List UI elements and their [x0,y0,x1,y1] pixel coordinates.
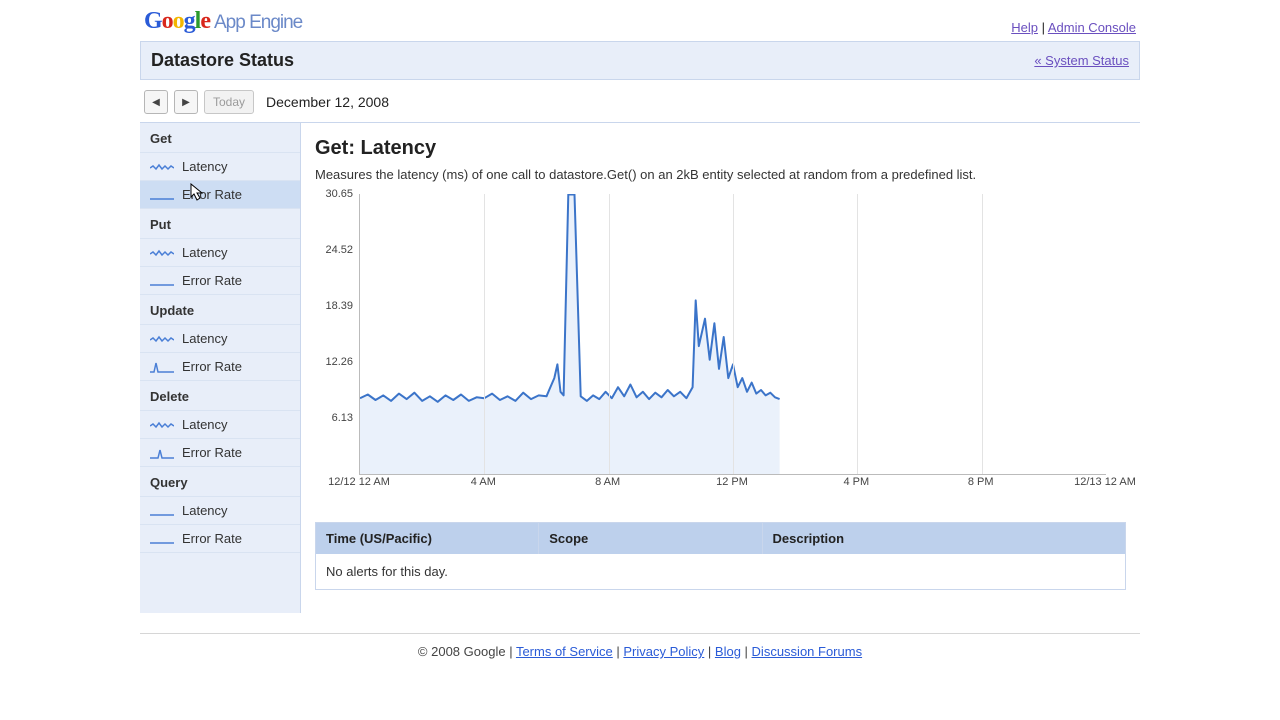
admin-console-link[interactable]: Admin Console [1048,20,1136,35]
sidebar-header-put: Put [140,209,300,239]
x-tick-label: 12/13 12 AM [1074,476,1136,488]
x-tick-label: 8 AM [595,476,620,488]
privacy-link[interactable]: Privacy Policy [623,644,704,659]
chart-description: Measures the latency (ms) of one call to… [315,166,1126,184]
sparkline-icon [150,505,174,517]
sidebar-item-label: Error Rate [182,531,242,546]
y-tick-label: 18.39 [325,300,353,312]
latency-chart: 6.1312.2618.3924.5230.65 12/12 12 AM4 AM… [315,194,1106,494]
sidebar-item-query-latency[interactable]: Latency [140,497,300,525]
sidebar-item-label: Latency [182,417,228,432]
col-description: Description [763,523,1126,554]
sparkline-icon [150,419,174,431]
page-title: Datastore Status [151,50,294,71]
x-tick-label: 12 PM [716,476,748,488]
sidebar-item-label: Latency [182,245,228,260]
sidebar-item-get-latency[interactable]: Latency [140,153,300,181]
prev-day-button[interactable]: ◀ [144,90,168,114]
y-tick-label: 30.65 [325,188,353,200]
sidebar-header-query: Query [140,467,300,497]
forums-link[interactable]: Discussion Forums [752,644,863,659]
sidebar-item-label: Latency [182,331,228,346]
sidebar-item-label: Error Rate [182,273,242,288]
top-links: Help | Admin Console [1011,20,1136,35]
sidebar-item-label: Latency [182,503,228,518]
sidebar-item-update-latency[interactable]: Latency [140,325,300,353]
next-day-button[interactable]: ▶ [174,90,198,114]
x-tick-label: 4 AM [471,476,496,488]
current-date: December 12, 2008 [266,94,389,110]
y-tick-label: 12.26 [325,356,353,368]
sparkline-icon [150,333,174,345]
sparkline-icon [150,189,174,201]
sidebar-item-update-error-rate[interactable]: Error Rate [140,353,300,381]
sidebar-item-put-error-rate[interactable]: Error Rate [140,267,300,295]
sparkline-icon [150,447,174,459]
sidebar-item-delete-latency[interactable]: Latency [140,411,300,439]
today-button[interactable]: Today [204,90,254,114]
col-scope: Scope [539,523,762,554]
sidebar-item-put-latency[interactable]: Latency [140,239,300,267]
col-time: Time (US/Pacific) [316,523,539,554]
sidebar-item-label: Error Rate [182,187,242,202]
sidebar-item-delete-error-rate[interactable]: Error Rate [140,439,300,467]
sidebar-item-query-error-rate[interactable]: Error Rate [140,525,300,553]
sparkline-icon [150,275,174,287]
sidebar-header-update: Update [140,295,300,325]
sparkline-icon [150,247,174,259]
system-status-link[interactable]: « System Status [1034,53,1129,68]
x-tick-label: 12/12 12 AM [328,476,390,488]
x-tick-label: 4 PM [843,476,869,488]
footer: © 2008 Google | Terms of Service | Priva… [140,644,1140,659]
sidebar-item-get-error-rate[interactable]: Error Rate [140,181,300,209]
tos-link[interactable]: Terms of Service [516,644,613,659]
help-link[interactable]: Help [1011,20,1038,35]
sidebar: Get Latency Error Rate Put Latency Error Rate… [140,123,301,613]
sidebar-item-label: Error Rate [182,359,242,374]
sparkline-icon [150,161,174,173]
sparkline-icon [150,533,174,545]
alerts-table: Time (US/Pacific) Scope Description No a… [315,522,1126,590]
chart-title: Get: Latency [315,137,1126,160]
y-tick-label: 6.13 [332,412,353,424]
logo: GoogleApp Engine [144,8,302,35]
sidebar-item-label: Error Rate [182,445,242,460]
blog-link[interactable]: Blog [715,644,741,659]
sidebar-header-delete: Delete [140,381,300,411]
y-tick-label: 24.52 [325,244,353,256]
x-tick-label: 8 PM [968,476,994,488]
sparkline-icon [150,361,174,373]
sidebar-header-get: Get [140,123,300,153]
sidebar-item-label: Latency [182,159,228,174]
alerts-empty-row: No alerts for this day. [316,554,1125,589]
